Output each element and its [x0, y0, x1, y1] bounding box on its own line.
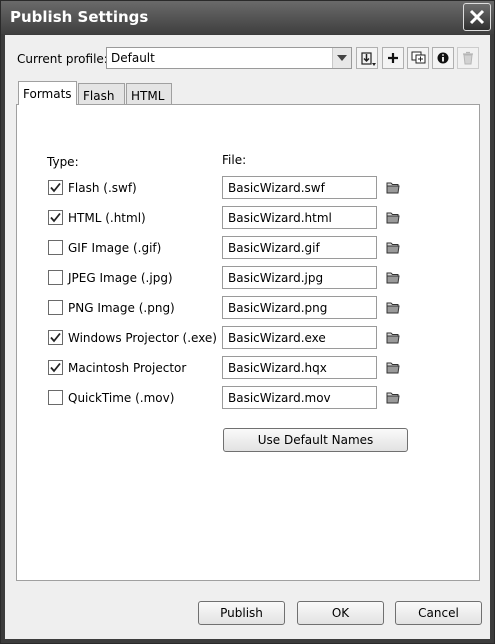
current-profile-label: Current profile: — [17, 52, 108, 66]
format-label: HTML (.html) — [68, 211, 146, 225]
browse-folder-button[interactable] — [386, 179, 400, 198]
folder-icon — [386, 332, 400, 344]
add-profile-button[interactable] — [382, 47, 404, 69]
folder-icon — [386, 212, 400, 224]
format-label: JPEG Image (.jpg) — [68, 271, 173, 285]
publish-settings-dialog: Publish Settings Current profile: Defaul… — [0, 0, 495, 644]
dialog-body: Current profile: Default Formats Flash H… — [5, 35, 490, 639]
format-row: HTML (.html) BasicWizard.html — [17, 206, 481, 232]
format-label: Macintosh Projector — [68, 361, 187, 375]
format-row: PNG Image (.png) BasicWizard.png — [17, 296, 481, 322]
import-export-button[interactable] — [356, 47, 378, 69]
file-name-field[interactable]: BasicWizard.html — [222, 206, 377, 229]
tab-html-label: HTML — [131, 89, 165, 103]
browse-folder-button[interactable] — [386, 269, 400, 288]
delete-icon — [463, 51, 473, 65]
profile-select[interactable]: Default — [106, 47, 352, 69]
file-header: File: — [222, 153, 247, 167]
add-icon — [388, 53, 398, 63]
folder-icon — [386, 362, 400, 374]
browse-folder-button[interactable] — [386, 329, 400, 348]
file-name-field[interactable]: BasicWizard.hqx — [222, 356, 377, 379]
file-name-field[interactable]: BasicWizard.png — [222, 296, 377, 319]
checkmark-icon — [50, 332, 61, 343]
browse-folder-button[interactable] — [386, 209, 400, 228]
duplicate-icon — [411, 51, 426, 64]
folder-icon — [386, 302, 400, 314]
file-name-field[interactable]: BasicWizard.swf — [222, 176, 377, 199]
profile-dropdown-button[interactable] — [332, 48, 351, 68]
format-label: QuickTime (.mov) — [68, 391, 175, 405]
delete-profile-button[interactable] — [457, 47, 479, 69]
publish-label: Publish — [220, 606, 263, 620]
format-row: QuickTime (.mov) BasicWizard.mov — [17, 386, 481, 412]
ok-label: OK — [331, 606, 350, 620]
format-label: Flash (.swf) — [68, 181, 137, 195]
format-checkbox[interactable] — [48, 240, 63, 255]
format-checkbox[interactable] — [48, 210, 63, 225]
folder-icon — [386, 242, 400, 254]
folder-icon — [386, 272, 400, 284]
format-row: Flash (.swf) BasicWizard.swf — [17, 176, 481, 202]
profile-select-value: Default — [111, 51, 155, 65]
file-name-field[interactable]: BasicWizard.jpg — [222, 266, 377, 289]
type-header: Type: — [47, 155, 79, 169]
cancel-label: Cancel — [418, 606, 459, 620]
tab-formats[interactable]: Formats — [18, 81, 77, 105]
browse-folder-button[interactable] — [386, 389, 400, 408]
checkmark-icon — [50, 182, 61, 193]
folder-icon — [386, 392, 400, 404]
format-label: GIF Image (.gif) — [68, 241, 162, 255]
checkmark-icon — [50, 362, 61, 373]
folder-icon — [386, 182, 400, 194]
title-bar: Publish Settings — [1, 1, 494, 34]
dialog-title: Publish Settings — [10, 8, 149, 26]
format-row: Windows Projector (.exe) BasicWizard.exe — [17, 326, 481, 352]
tab-flash-label: Flash — [83, 89, 115, 103]
formats-panel: Type: File: Flash (.swf) BasicWizard.swf H… — [16, 104, 480, 581]
format-label: PNG Image (.png) — [68, 301, 175, 315]
format-checkbox[interactable] — [48, 270, 63, 285]
use-default-names-label: Use Default Names — [257, 433, 374, 447]
format-row: GIF Image (.gif) BasicWizard.gif — [17, 236, 481, 262]
close-icon — [469, 9, 485, 25]
tab-formats-label: Formats — [23, 87, 72, 101]
info-icon — [437, 52, 449, 64]
ok-button[interactable]: OK — [297, 601, 384, 625]
format-checkbox[interactable] — [48, 330, 63, 345]
close-button[interactable] — [463, 3, 491, 31]
format-checkbox[interactable] — [48, 300, 63, 315]
format-checkbox[interactable] — [48, 180, 63, 195]
file-name-field[interactable]: BasicWizard.exe — [222, 326, 377, 349]
browse-folder-button[interactable] — [386, 299, 400, 318]
browse-folder-button[interactable] — [386, 239, 400, 258]
format-checkbox[interactable] — [48, 360, 63, 375]
cancel-button[interactable]: Cancel — [395, 601, 482, 625]
format-row: Macintosh Projector BasicWizard.hqx — [17, 356, 481, 382]
publish-button[interactable]: Publish — [198, 601, 285, 625]
import-export-icon — [361, 52, 376, 66]
format-checkbox[interactable] — [48, 390, 63, 405]
file-name-field[interactable]: BasicWizard.gif — [222, 236, 377, 259]
tab-flash[interactable]: Flash — [78, 83, 125, 105]
profile-info-button[interactable] — [432, 47, 454, 69]
format-row: JPEG Image (.jpg) BasicWizard.jpg — [17, 266, 481, 292]
tab-html[interactable]: HTML — [126, 83, 172, 105]
format-label: Windows Projector (.exe) — [68, 331, 217, 345]
use-default-names-button[interactable]: Use Default Names — [223, 428, 408, 452]
checkmark-icon — [50, 212, 61, 223]
duplicate-profile-button[interactable] — [407, 47, 429, 69]
file-name-field[interactable]: BasicWizard.mov — [222, 386, 377, 409]
browse-folder-button[interactable] — [386, 359, 400, 378]
chevron-down-icon — [337, 55, 347, 61]
